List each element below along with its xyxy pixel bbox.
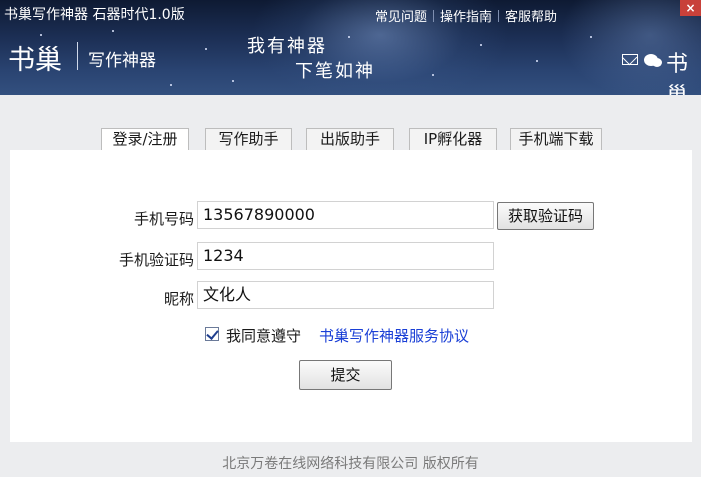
- menu-separator: [498, 10, 500, 22]
- menu-guide[interactable]: 操作指南: [440, 10, 492, 25]
- tab-writing-assistant[interactable]: 写作助手: [205, 128, 292, 150]
- tab-ip-incubator[interactable]: IP孵化器: [409, 128, 497, 150]
- agreement-link[interactable]: 书巢写作神器服务协议: [319, 325, 469, 346]
- menu-separator: [433, 10, 435, 22]
- header-icons: 书巢: [622, 48, 698, 95]
- agree-text: 我同意遵守: [226, 327, 302, 345]
- star: [590, 36, 592, 38]
- nickname-label: 昵称: [163, 290, 194, 308]
- title-bar: 书巢写作神器 石器时代1.0版 常见问题 操作指南 客服帮助 ×: [0, 0, 701, 26]
- window-title: 书巢写作神器 石器时代1.0版: [4, 7, 185, 23]
- header-banner: 书巢写作神器 石器时代1.0版 常见问题 操作指南 客服帮助 × 书巢 写作神器 我…: [0, 0, 701, 95]
- slogan-line2: 下笔如神: [295, 61, 375, 82]
- code-label: 手机验证码: [118, 251, 194, 269]
- star: [536, 60, 538, 62]
- logo: 书巢: [8, 45, 62, 76]
- logo-subtitle: 写作神器: [88, 51, 156, 71]
- wechat-icon[interactable]: [644, 54, 662, 67]
- phone-label: 手机号码: [133, 210, 194, 228]
- star: [40, 34, 42, 36]
- get-code-button[interactable]: 获取验证码: [497, 202, 594, 230]
- tab-login-register[interactable]: 登录/注册: [101, 128, 189, 152]
- phone-input[interactable]: 13567890000: [197, 201, 494, 229]
- code-input[interactable]: 1234: [197, 242, 494, 270]
- close-button[interactable]: ×: [680, 0, 701, 16]
- tab-mobile-download[interactable]: 手机端下载: [510, 128, 602, 150]
- star: [480, 44, 482, 46]
- top-menu: 常见问题 操作指南 客服帮助: [375, 6, 557, 25]
- star: [348, 36, 350, 38]
- star: [112, 30, 114, 32]
- star: [432, 74, 434, 76]
- logo-divider: [77, 42, 78, 70]
- star: [205, 48, 207, 50]
- star: [232, 80, 234, 82]
- tab-publishing-assistant[interactable]: 出版助手: [306, 128, 394, 150]
- submit-button[interactable]: 提交: [299, 360, 392, 390]
- menu-support[interactable]: 客服帮助: [505, 10, 557, 25]
- star: [170, 84, 172, 86]
- slogan-line1: 我有神器: [247, 36, 327, 57]
- mini-logo: 书巢: [666, 52, 689, 95]
- agree-checkbox[interactable]: [205, 327, 219, 341]
- nickname-input[interactable]: 文化人: [197, 281, 494, 309]
- menu-faq[interactable]: 常见问题: [375, 10, 427, 25]
- footer-copyright: 北京万卷在线网络科技有限公司 版权所有: [222, 456, 479, 472]
- mail-icon[interactable]: [622, 54, 638, 65]
